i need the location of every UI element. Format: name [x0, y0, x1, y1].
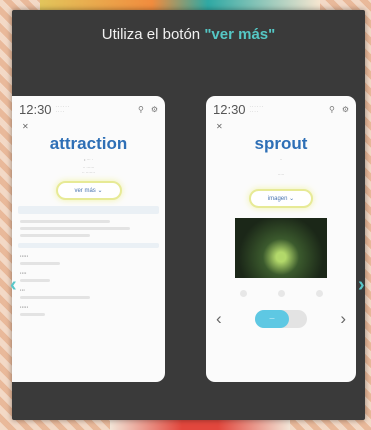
chevron-left-icon[interactable]: ‹: [10, 274, 17, 297]
search-icon[interactable]: ⚲: [329, 105, 335, 114]
word-title: sprout: [254, 134, 308, 153]
word-title: attraction: [49, 134, 128, 153]
status-mini-text: · · · · · · · · · ·: [249, 104, 264, 114]
section-header: [18, 206, 159, 214]
dot[interactable]: [277, 290, 285, 297]
status-bar: 12:30 · · · · · · · · · · ⚲ ⚙: [206, 96, 356, 122]
heading-highlight: "ver más": [204, 26, 276, 43]
progress-toggle[interactable]: —: [255, 310, 307, 328]
text-line: [20, 262, 60, 265]
text-line: [20, 227, 130, 230]
search-icon[interactable]: ⚲: [138, 105, 144, 114]
settings-icon[interactable]: ⚙: [151, 105, 158, 114]
list-item: ·····: [20, 254, 157, 265]
section-header: [18, 243, 159, 248]
tutorial-panel: Utiliza el botón "ver más" 12:30 · · · ·…: [10, 10, 365, 420]
status-mini-text: · · · · · · · · · ·: [55, 104, 70, 114]
sprout-image: [235, 218, 327, 278]
imagen-button[interactable]: imagen ⌄: [249, 189, 313, 208]
chevron-right-icon[interactable]: ›: [358, 274, 365, 297]
ver-mas-button[interactable]: ver más ⌄: [55, 181, 122, 200]
list-item-label: ···: [20, 288, 25, 294]
word-phonetic: • ··· ·: [84, 157, 93, 162]
page-dots: [224, 290, 338, 297]
list-item-label: ····: [20, 271, 27, 277]
close-icon[interactable]: ✕: [12, 122, 165, 132]
ver-mas-label: ver más: [74, 188, 96, 194]
text-line: [20, 313, 45, 316]
list-item: ···: [20, 288, 157, 299]
text-line: [20, 234, 90, 237]
text-line: [20, 220, 110, 223]
chevron-left-icon[interactable]: ‹: [216, 309, 222, 329]
word-meta: ·· ······ ·· ·······: [81, 165, 96, 175]
imagen-label: imagen: [267, 196, 288, 202]
dot[interactable]: [239, 290, 247, 297]
list-item: ····: [20, 271, 157, 282]
dot[interactable]: [315, 290, 323, 297]
left-card: 12:30 · · · · · · · · · · ⚲ ⚙ ✕ attractio…: [12, 96, 165, 382]
text-line: [20, 279, 50, 282]
close-icon[interactable]: ✕: [206, 122, 356, 132]
word-phonetic: ··: [279, 157, 283, 162]
navigation-row: ‹ — ›: [216, 309, 346, 329]
toggle-fill: —: [255, 310, 289, 328]
list-item: ·····: [20, 305, 157, 316]
chevron-right-icon[interactable]: ›: [340, 309, 346, 329]
heading-prefix: Utiliza el botón: [101, 26, 205, 43]
tutorial-heading: Utiliza el botón "ver más": [12, 26, 365, 43]
list-item-label: ·····: [20, 254, 29, 260]
text-line: [20, 296, 90, 299]
list-item-label: ·····: [20, 305, 29, 311]
settings-icon[interactable]: ⚙: [342, 105, 349, 114]
clock: 12:30: [213, 101, 246, 117]
right-card: 12:30 · · · · · · · · · · ⚲ ⚙ ✕ sprout ··…: [206, 96, 356, 382]
clock: 12:30: [19, 101, 52, 117]
status-bar: 12:30 · · · · · · · · · · ⚲ ⚙: [12, 96, 165, 122]
